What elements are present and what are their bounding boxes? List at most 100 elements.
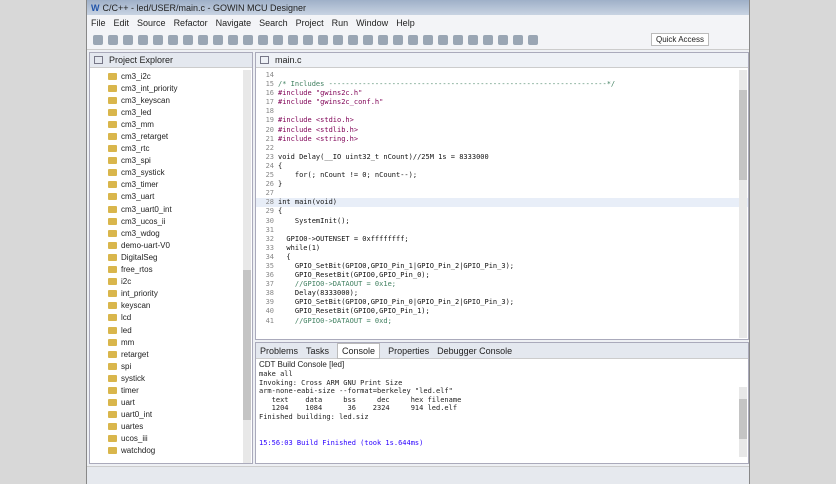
project-item[interactable]: led bbox=[90, 324, 252, 336]
toolbar-button-icon[interactable] bbox=[168, 34, 178, 45]
console-output[interactable]: make all Invoking: Cross ARM GNU Print Si… bbox=[256, 370, 748, 439]
menu-search[interactable]: Search bbox=[259, 18, 288, 28]
project-item[interactable]: cm3_ucos_ii bbox=[90, 215, 252, 227]
project-item[interactable]: mm bbox=[90, 336, 252, 348]
toolbar-button-icon[interactable] bbox=[453, 34, 463, 45]
code-line: 32 GPIO0->OUTENSET = 0xffffffff; bbox=[256, 235, 748, 244]
toolbar-button-icon[interactable] bbox=[528, 34, 538, 45]
project-item[interactable]: timer bbox=[90, 384, 252, 396]
project-item[interactable]: i2c bbox=[90, 276, 252, 288]
project-item[interactable]: keyscan bbox=[90, 300, 252, 312]
toolbar-button-icon[interactable] bbox=[378, 34, 388, 45]
folder-icon bbox=[108, 96, 117, 104]
toolbar-button-icon[interactable] bbox=[213, 34, 223, 45]
code-line: 16 #include "gwins2c.h" bbox=[256, 89, 748, 98]
project-item[interactable]: int_priority bbox=[90, 288, 252, 300]
tab-tasks[interactable]: Tasks bbox=[306, 346, 329, 356]
toolbar-button-icon[interactable] bbox=[273, 34, 283, 45]
line-number: 19 bbox=[265, 116, 274, 125]
code-line: 28 int main(void) bbox=[256, 198, 748, 208]
project-item[interactable]: spi bbox=[90, 360, 252, 372]
project-item[interactable]: cm3_i2c bbox=[90, 70, 252, 82]
project-item[interactable]: cm3_systick bbox=[90, 167, 252, 179]
project-item[interactable]: cm3_wdog bbox=[90, 227, 252, 239]
project-explorer-title[interactable]: Project Explorer bbox=[109, 55, 173, 65]
project-item[interactable]: cm3_timer bbox=[90, 179, 252, 191]
folder-icon bbox=[108, 399, 117, 407]
project-item[interactable]: cm3_led bbox=[90, 106, 252, 118]
toolbar-button-icon[interactable] bbox=[243, 34, 253, 45]
tab-console[interactable]: Console bbox=[337, 342, 381, 359]
project-item[interactable]: cm3_keyscan bbox=[90, 94, 252, 106]
tree-scrollbar[interactable] bbox=[243, 70, 251, 463]
project-item[interactable]: cm3_uart0_int bbox=[90, 203, 252, 215]
toolbar-button-icon[interactable] bbox=[183, 34, 193, 45]
toolbar-button-icon[interactable] bbox=[93, 34, 103, 45]
toolbar-button-icon[interactable] bbox=[348, 34, 358, 45]
project-item[interactable]: cm3_int_priority bbox=[90, 82, 252, 94]
menu-navigate[interactable]: Navigate bbox=[216, 18, 252, 28]
toolbar-button-icon[interactable] bbox=[363, 34, 373, 45]
project-item[interactable]: cm3_spi bbox=[90, 155, 252, 167]
toolbar-button-icon[interactable] bbox=[198, 34, 208, 45]
tab-debugger-console[interactable]: Debugger Console bbox=[437, 346, 512, 356]
menu-file[interactable]: File bbox=[91, 18, 106, 28]
tab-problems[interactable]: Problems bbox=[260, 346, 298, 356]
project-item[interactable]: cm3_mm bbox=[90, 118, 252, 130]
project-explorer-panel: Project Explorer cm3_i2c cm3_int_priority… bbox=[89, 52, 253, 464]
toolbar-button-icon[interactable] bbox=[393, 34, 403, 45]
toolbar-button-icon[interactable] bbox=[468, 34, 478, 45]
toolbar-button-icon[interactable] bbox=[108, 34, 118, 45]
toolbar-button-icon[interactable] bbox=[318, 34, 328, 45]
toolbar-button-icon[interactable] bbox=[288, 34, 298, 45]
menu-source[interactable]: Source bbox=[137, 18, 166, 28]
toolbar-button-icon[interactable] bbox=[303, 34, 313, 45]
project-item[interactable]: lcd bbox=[90, 312, 252, 324]
tab-main-c[interactable]: main.c bbox=[275, 55, 302, 65]
toolbar-button-icon[interactable] bbox=[138, 34, 148, 45]
menu-run[interactable]: Run bbox=[332, 18, 349, 28]
project-item[interactable]: free_rtos bbox=[90, 264, 252, 276]
toolbar-button-icon[interactable] bbox=[498, 34, 508, 45]
folder-icon bbox=[108, 108, 117, 116]
menu-window[interactable]: Window bbox=[356, 18, 388, 28]
toolbar-button-icon[interactable] bbox=[123, 34, 133, 45]
toolbar-button-icon[interactable] bbox=[423, 34, 433, 45]
menu-project[interactable]: Project bbox=[296, 18, 324, 28]
toolbar-button-icon[interactable] bbox=[483, 34, 493, 45]
project-item[interactable]: systick bbox=[90, 372, 252, 384]
project-item[interactable]: cm3_rtc bbox=[90, 143, 252, 155]
folder-icon bbox=[108, 84, 117, 92]
code-text: #include <stdio.h> bbox=[278, 116, 354, 125]
quick-access-input[interactable]: Quick Access bbox=[650, 33, 709, 46]
menu-help[interactable]: Help bbox=[396, 18, 415, 28]
toolbar-button-icon[interactable] bbox=[258, 34, 268, 45]
toolbar-button-icon[interactable] bbox=[513, 34, 523, 45]
toolbar-button-icon[interactable] bbox=[153, 34, 163, 45]
editor-scrollbar[interactable] bbox=[739, 70, 747, 338]
project-item[interactable]: cm3_uart bbox=[90, 191, 252, 203]
menu-edit[interactable]: Edit bbox=[114, 18, 130, 28]
code-area[interactable]: 14 15 /* Includes ------------------------… bbox=[256, 68, 748, 326]
project-item[interactable]: retarget bbox=[90, 348, 252, 360]
project-item[interactable]: ucos_iii bbox=[90, 433, 252, 445]
toolbar-button-icon[interactable] bbox=[438, 34, 448, 45]
project-item[interactable]: uartes bbox=[90, 421, 252, 433]
console-scrollbar[interactable] bbox=[739, 387, 747, 457]
project-item[interactable]: watchdog bbox=[90, 445, 252, 457]
project-item[interactable]: cm3_retarget bbox=[90, 130, 252, 142]
toolbar-button-icon[interactable] bbox=[228, 34, 238, 45]
console-line: make all bbox=[259, 370, 293, 378]
folder-icon bbox=[108, 411, 117, 419]
toolbar-button-icon[interactable] bbox=[333, 34, 343, 45]
tab-properties[interactable]: Properties bbox=[388, 346, 429, 356]
project-item[interactable]: DigitalSeg bbox=[90, 251, 252, 263]
menu-refactor[interactable]: Refactor bbox=[174, 18, 208, 28]
project-item[interactable]: uart bbox=[90, 397, 252, 409]
project-item[interactable]: demo-uart-V0 bbox=[90, 239, 252, 251]
line-number: 16 bbox=[265, 89, 274, 98]
toolbar-button-icon[interactable] bbox=[408, 34, 418, 45]
project-item[interactable]: uart0_int bbox=[90, 409, 252, 421]
project-item-label: cm3_retarget bbox=[121, 132, 169, 142]
